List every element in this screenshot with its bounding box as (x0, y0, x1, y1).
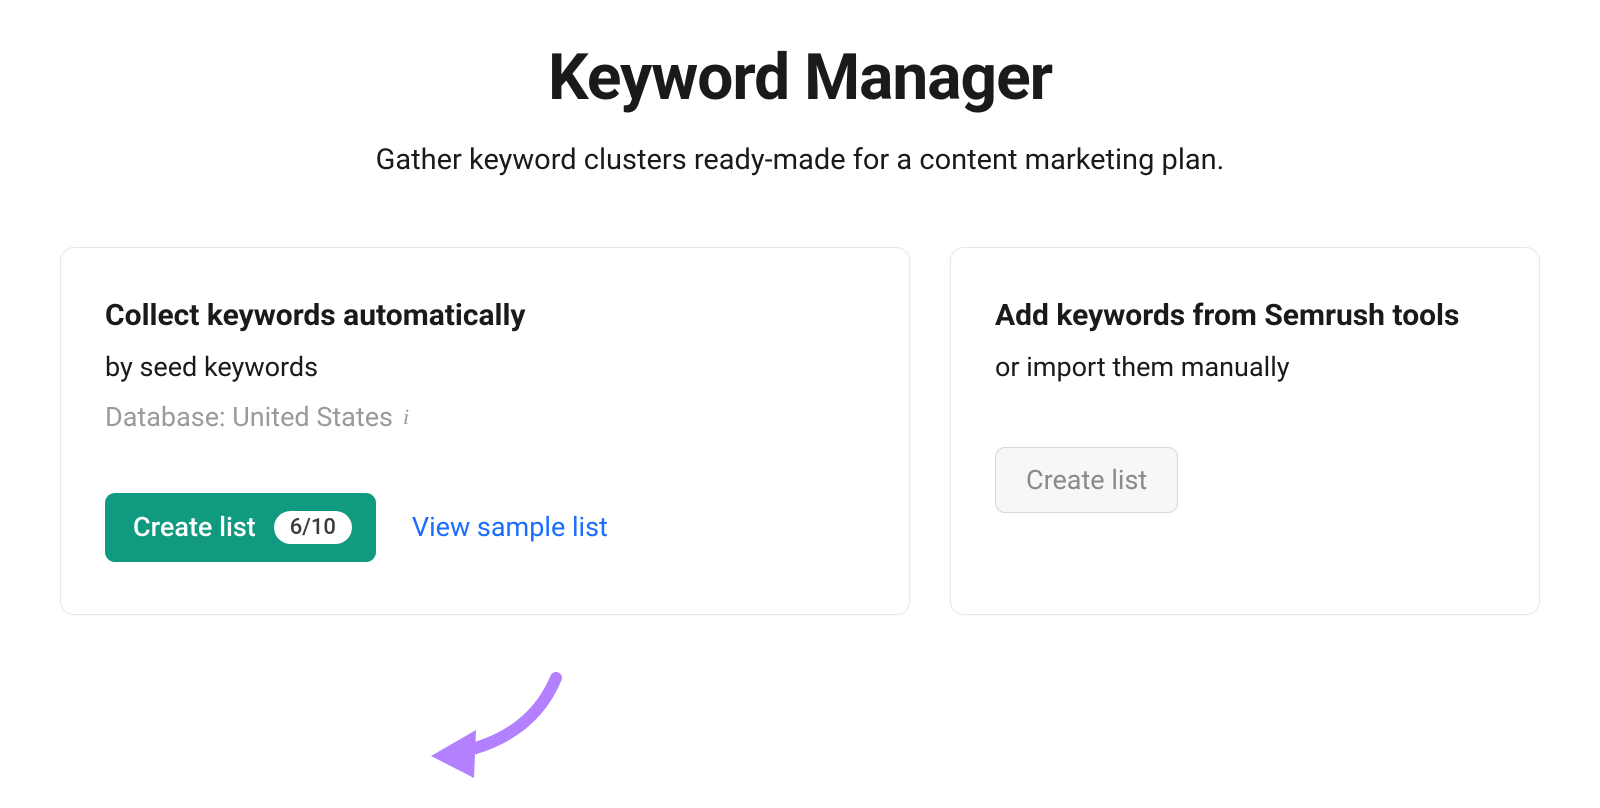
cards-row: Collect keywords automatically by seed k… (0, 247, 1600, 615)
view-sample-list-link[interactable]: View sample list (412, 511, 608, 543)
create-list-secondary-button[interactable]: Create list (995, 447, 1178, 513)
create-list-button-label: Create list (133, 511, 256, 543)
automatic-actions-row: Create list 6/10 View sample list (105, 493, 865, 562)
card-collect-automatic: Collect keywords automatically by seed k… (60, 247, 910, 615)
create-list-button[interactable]: Create list 6/10 (105, 493, 376, 562)
database-text: Database: United States (105, 401, 393, 433)
info-icon[interactable]: i (403, 404, 409, 430)
card-manual-title: Add keywords from Semrush tools (995, 296, 1495, 335)
arrow-annotation-icon (401, 668, 581, 808)
card-manual-subtext: or import them manually (995, 349, 1495, 387)
card-automatic-subtext: by seed keywords (105, 349, 865, 387)
card-add-manual: Add keywords from Semrush tools or impor… (950, 247, 1540, 615)
create-list-badge: 6/10 (274, 511, 352, 544)
page-subtitle: Gather keyword clusters ready-made for a… (0, 143, 1600, 177)
card-automatic-title: Collect keywords automatically (105, 296, 865, 335)
page-title: Keyword Manager (0, 40, 1600, 115)
database-label: Database: United States i (105, 401, 865, 433)
